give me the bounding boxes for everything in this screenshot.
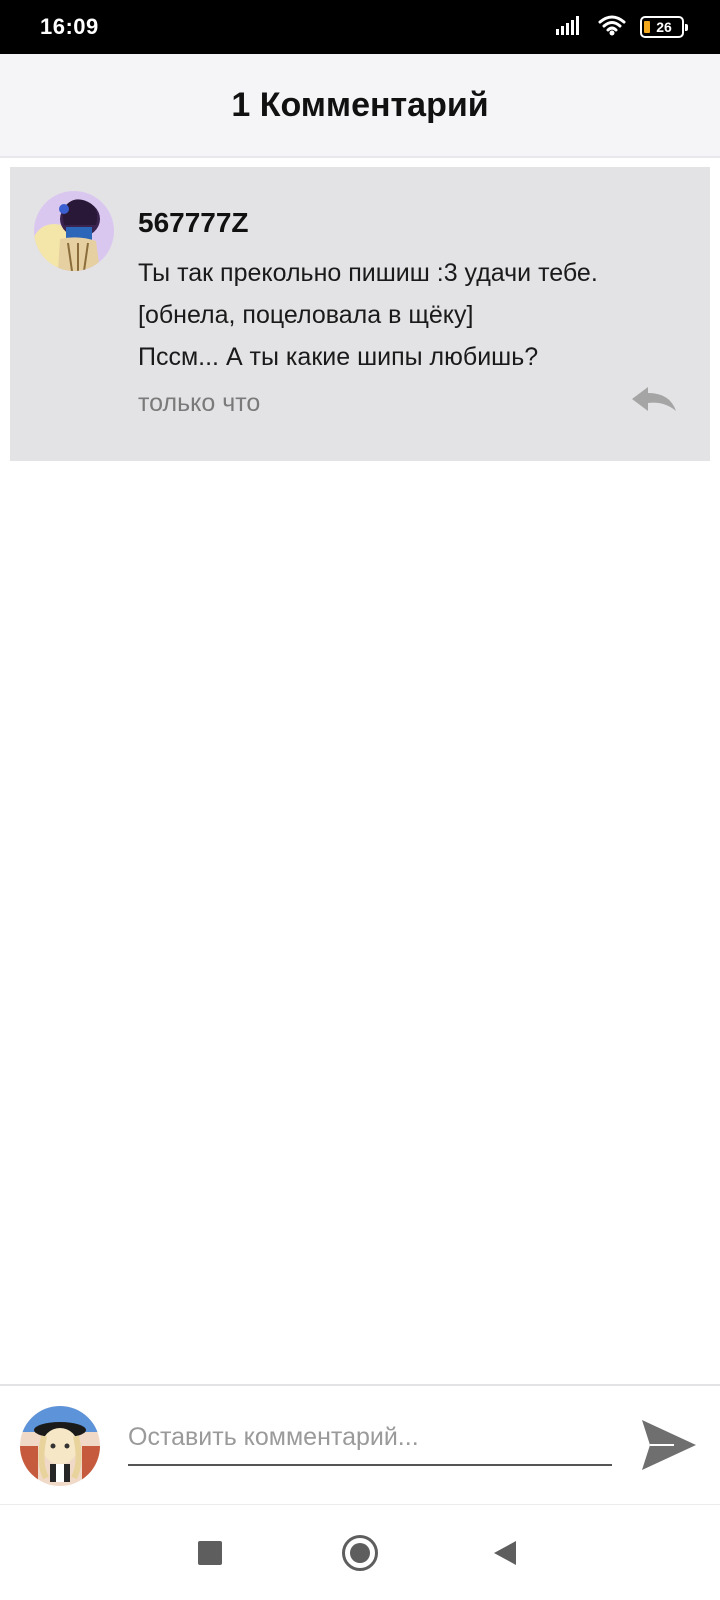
system-nav-bar	[0, 1504, 720, 1600]
comment-line: Пссм... А ты какие шипы любишь?	[138, 343, 539, 371]
current-user-avatar	[20, 1406, 100, 1486]
comment-item: 567777Z Ты так прекольно пишиш :3 удачи …	[10, 167, 710, 461]
reply-icon	[630, 387, 678, 421]
status-time: 16:09	[40, 14, 99, 39]
send-icon	[640, 1420, 698, 1476]
back-icon[interactable]	[494, 1541, 516, 1565]
page-title: 1 Комментарий	[231, 85, 489, 124]
battery-level-fill	[644, 21, 650, 33]
battery-icon: 26	[640, 16, 688, 38]
wifi-icon	[598, 14, 626, 41]
comment-input[interactable]	[128, 1410, 612, 1466]
comment-timestamp: только что	[138, 389, 261, 417]
home-icon[interactable]	[342, 1535, 378, 1571]
comment-line: [обнела, поцеловала в щёку]	[138, 301, 474, 329]
comments-header: 1 Комментарий	[0, 54, 720, 158]
comment-line: Ты так прекольно пишиш :3 удачи тебе.	[138, 259, 598, 287]
comment-composer	[0, 1384, 720, 1504]
status-bar: 16:09 26	[0, 0, 720, 54]
comment-body: Ты так прекольно пишиш :3 удачи тебе. [о…	[138, 252, 698, 378]
comment-author-avatar[interactable]	[34, 191, 114, 271]
comment-author[interactable]: 567777Z	[138, 207, 249, 239]
battery-percent: 26	[656, 19, 672, 35]
home-icon-dot	[350, 1543, 370, 1563]
signal-icon	[556, 15, 584, 40]
send-button[interactable]	[640, 1418, 698, 1472]
recents-icon[interactable]	[198, 1541, 222, 1565]
reply-button[interactable]	[630, 383, 678, 417]
status-icons: 26	[556, 14, 688, 41]
battery-tip	[685, 24, 688, 31]
